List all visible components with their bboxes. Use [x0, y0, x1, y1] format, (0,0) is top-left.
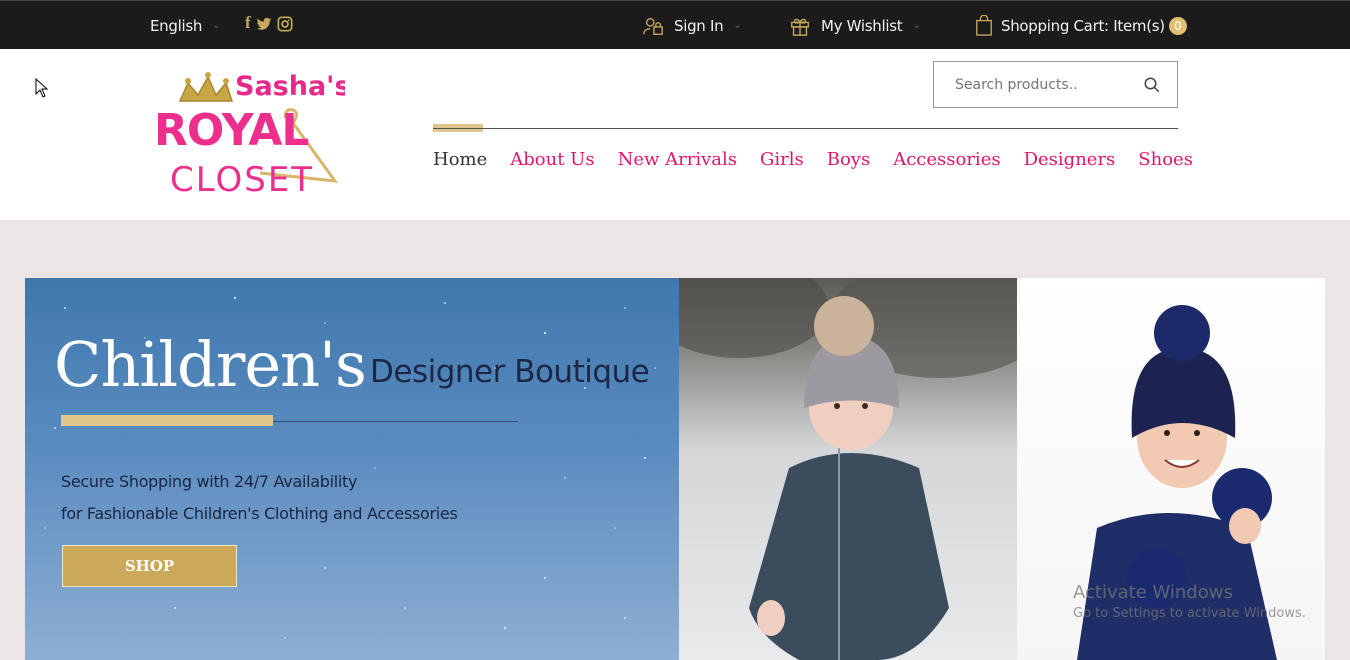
svg-text:CLOSET: CLOSET [170, 160, 314, 198]
social-links: f [245, 13, 293, 33]
chevron-down-icon: ⌄ [912, 20, 921, 31]
hero-title: Children's [54, 328, 367, 401]
nav-boys[interactable]: Boys [827, 149, 870, 170]
search-icon[interactable] [1143, 76, 1161, 94]
cart-count-badge: 0 [1168, 16, 1187, 35]
site-header: Sasha's ROYAL CLOSET Home About Us New A… [0, 49, 1350, 220]
hero-subtitle-line1: Secure Shopping with 24/7 Availability [61, 472, 358, 491]
hero-divider [273, 421, 518, 422]
hero-accent-bar [61, 415, 273, 426]
shop-button[interactable]: SHOP [62, 545, 237, 587]
twitter-icon[interactable] [256, 16, 272, 32]
watermark-title: Activate Windows [1073, 582, 1233, 603]
gift-icon [791, 18, 809, 36]
nav-accessories[interactable]: Accessories [893, 149, 1000, 170]
site-logo[interactable]: Sasha's ROYAL CLOSET [150, 63, 345, 198]
hero-subtitle-line2: for Fashionable Children's Clothing and … [61, 504, 458, 523]
nav-home[interactable]: Home [433, 149, 487, 170]
windows-activation-watermark: Activate Windows Go to Settings to activ… [1073, 582, 1306, 621]
top-bar: English ⌄ f Sign In ⌄ My Wishlist ⌄ Shop… [0, 0, 1350, 49]
instagram-icon[interactable] [277, 16, 293, 32]
main-nav: Home About Us New Arrivals Girls Boys Ac… [433, 149, 1193, 170]
facebook-icon[interactable]: f [245, 13, 251, 33]
nav-divider [433, 128, 1178, 129]
sign-in-menu[interactable]: Sign In ⌄ [642, 1, 742, 50]
chevron-down-icon: ⌄ [733, 20, 742, 31]
wishlist-label: My Wishlist [821, 16, 903, 35]
nav-new-arrivals[interactable]: New Arrivals [618, 149, 737, 170]
nav-about-us[interactable]: About Us [510, 149, 594, 170]
nav-girls[interactable]: Girls [760, 149, 804, 170]
search-box[interactable] [933, 61, 1178, 108]
hero-title-secondary: Designer Boutique [370, 354, 650, 390]
mouse-cursor-icon [35, 78, 49, 98]
hero-text-panel: Children's Designer Boutique Secure Shop… [25, 278, 679, 660]
watermark-subtitle: Go to Settings to activate Windows. [1073, 606, 1306, 621]
user-lock-icon [643, 17, 663, 35]
language-selector[interactable]: English ⌄ [150, 1, 220, 50]
nav-designers[interactable]: Designers [1024, 149, 1116, 170]
sign-in-label: Sign In [674, 16, 724, 35]
svg-text:ROYAL: ROYAL [154, 105, 308, 156]
wishlist-menu[interactable]: My Wishlist ⌄ [789, 1, 921, 50]
search-input[interactable] [955, 76, 1135, 93]
chevron-down-icon: ⌄ [212, 20, 221, 31]
nav-shoes[interactable]: Shoes [1138, 149, 1193, 170]
language-label: English [150, 16, 203, 35]
cart-label: Shopping Cart: Item(s) [1001, 16, 1165, 35]
shopping-bag-icon [976, 14, 992, 36]
hero-photo-winter-child [679, 278, 1017, 660]
svg-text:Sasha's: Sasha's [235, 71, 345, 102]
shopping-cart[interactable]: Shopping Cart: Item(s) 0 [975, 1, 1187, 50]
